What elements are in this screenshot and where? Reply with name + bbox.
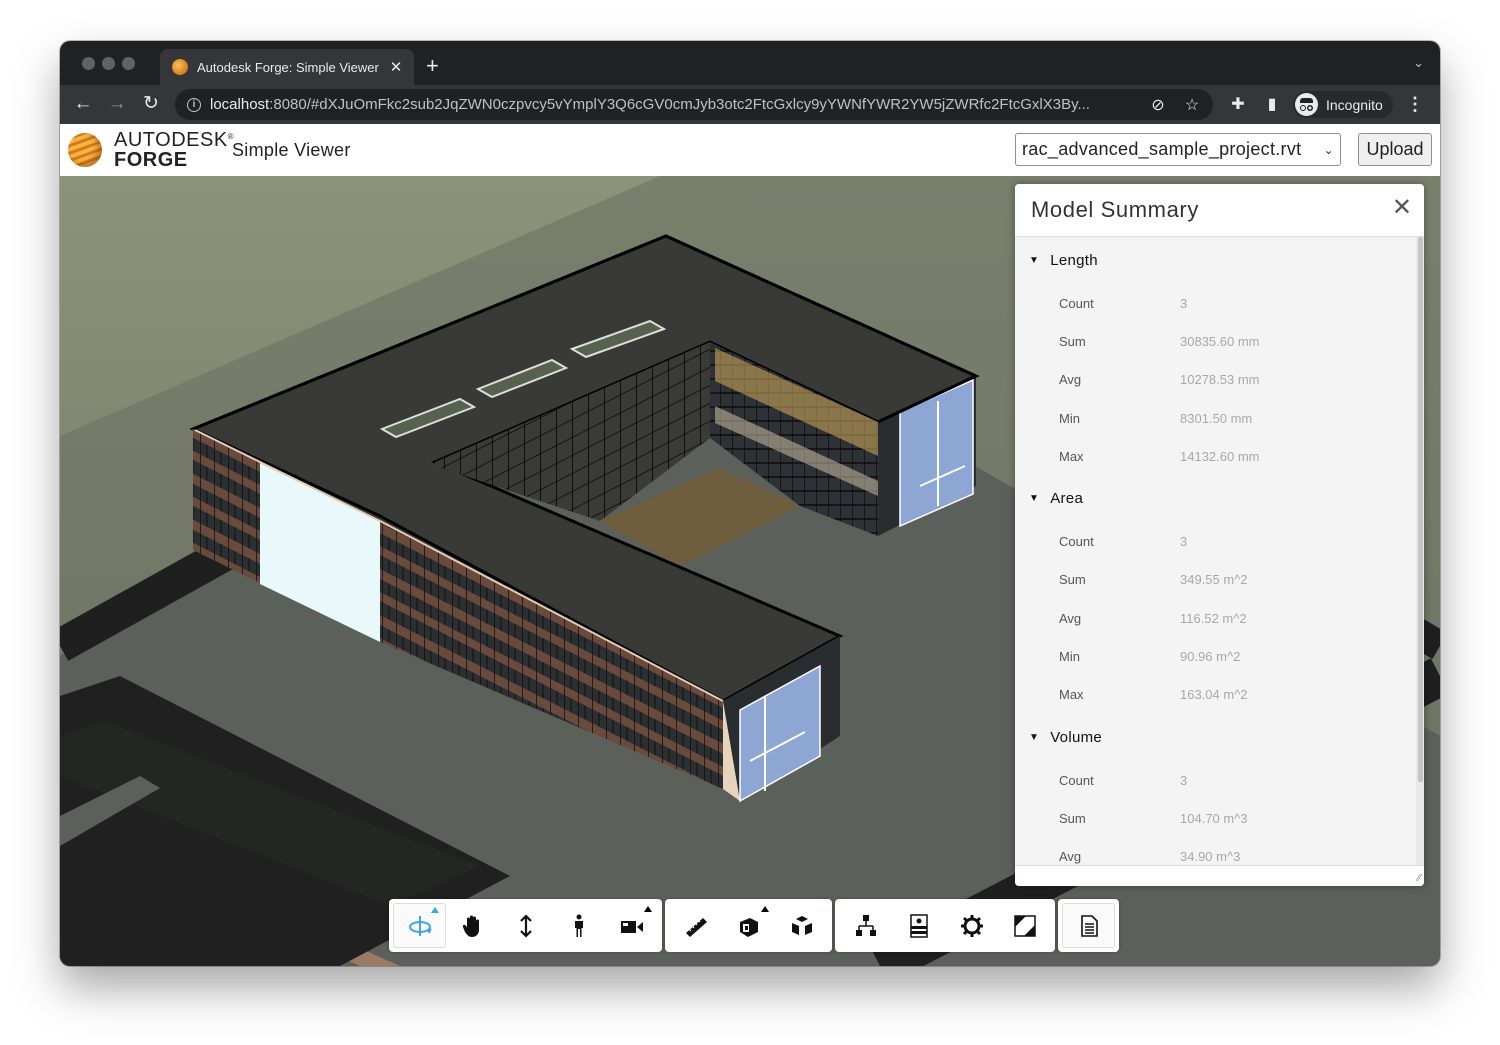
- first-person-tool-button[interactable]: [552, 903, 605, 948]
- panel-title: Model Summary: [1031, 197, 1199, 222]
- caret-down-icon: ▼: [1029, 493, 1040, 505]
- panel-footer: ⁄⁄: [1015, 865, 1424, 886]
- hand-icon: [462, 915, 479, 937]
- dolly-tool-button[interactable]: [499, 903, 552, 948]
- bookmark-star-icon[interactable]: ☆: [1181, 95, 1203, 115]
- pan-tool-button[interactable]: [446, 903, 499, 948]
- tab-close-icon[interactable]: ✕: [388, 58, 404, 76]
- 3d-viewer-canvas[interactable]: Model Summary ✕ ▼ Length Count 3 Sum 30835.…: [60, 176, 1440, 966]
- summary-row: Count 3: [1059, 534, 1188, 550]
- new-tab-button[interactable]: +: [426, 53, 439, 79]
- flyout-indicator-icon: [644, 906, 652, 912]
- summary-row: Min 8301.50 mm: [1059, 410, 1253, 426]
- flyout-indicator-icon: [431, 907, 439, 913]
- section-tool-button[interactable]: [722, 903, 775, 948]
- panel-scrollbar-thumb[interactable]: [1418, 237, 1423, 782]
- url-text[interactable]: localhost:8080/#dXJuOmFkc2sub2JqZWN0czpv…: [210, 96, 1135, 113]
- browser-window: Autodesk Forge: Simple Viewer ✕ + ⌄ ← → …: [60, 41, 1440, 966]
- summary-row: Avg 34.90 m^3: [1059, 849, 1241, 865]
- upload-button[interactable]: Upload: [1358, 133, 1432, 166]
- tab-strip: Autodesk Forge: Simple Viewer ✕ + ⌄: [60, 41, 1440, 85]
- measure-tool-button[interactable]: [669, 903, 722, 948]
- hierarchy-icon: [855, 914, 876, 936]
- person-icon: [574, 914, 583, 937]
- model-select-value: rac_advanced_sample_project.rvt: [1022, 139, 1302, 159]
- incognito-profile-button[interactable]: Incognito: [1293, 91, 1393, 118]
- browser-tab[interactable]: Autodesk Forge: Simple Viewer ✕: [160, 49, 414, 85]
- incognito-label: Incognito: [1326, 96, 1383, 113]
- browser-toolbar: ← → ↻ i localhost:8080/#dXJuOmFkc2sub2Jq…: [60, 85, 1440, 124]
- summary-row: Max 163.04 m^2: [1059, 687, 1248, 703]
- camera-tool-button[interactable]: [605, 903, 658, 948]
- zoom-arrows-icon: [519, 913, 532, 938]
- browser-menu-icon[interactable]: ⋮: [1406, 94, 1424, 115]
- explode-tool-button[interactable]: [775, 903, 828, 948]
- orbit-icon: [408, 915, 432, 936]
- summary-row: Avg 10278.53 mm: [1059, 372, 1260, 388]
- address-bar[interactable]: i localhost:8080/#dXJuOmFkc2sub2JqZWN0cz…: [175, 89, 1213, 120]
- brand-forge: FORGE: [114, 149, 188, 171]
- incognito-icon: [1295, 93, 1318, 116]
- window-zoom-dot[interactable]: [122, 57, 135, 70]
- site-info-icon[interactable]: i: [187, 97, 201, 112]
- panel-title-bar[interactable]: Model Summary ✕: [1015, 184, 1424, 237]
- extensions-puzzle-icon[interactable]: ✚: [1227, 94, 1249, 114]
- model-summary-button[interactable]: [1062, 903, 1115, 948]
- forge-logo-icon: [68, 133, 102, 167]
- app-header: AUTODESK® FORGE Simple Viewer rac_advanc…: [60, 124, 1440, 176]
- panel-close-icon[interactable]: ✕: [1392, 196, 1412, 220]
- window-close-dot[interactable]: [82, 57, 95, 70]
- caret-down-icon: ▼: [1029, 731, 1040, 743]
- summary-row: Min 90.96 m^2: [1059, 649, 1241, 665]
- fullscreen-icon: [1013, 914, 1036, 937]
- flyout-indicator-icon: [761, 906, 769, 912]
- summary-row: Sum 104.70 m^3: [1059, 810, 1248, 826]
- orbit-tool-button[interactable]: [393, 903, 446, 948]
- explode-cube-icon: [791, 915, 812, 935]
- summary-row: Count 3: [1059, 772, 1188, 788]
- forge-favicon-icon: [172, 59, 188, 75]
- summary-row: Count 3: [1059, 295, 1188, 311]
- app-title: Simple Viewer: [232, 140, 351, 160]
- eye-slash-icon[interactable]: ⊘: [1147, 95, 1169, 115]
- document-list-icon: [1080, 914, 1098, 937]
- chevron-down-icon: ⌄: [1323, 142, 1334, 157]
- window-minimize-dot[interactable]: [102, 57, 115, 70]
- fullscreen-button[interactable]: [998, 903, 1051, 948]
- gear-icon: [960, 914, 983, 937]
- extension-tools: [835, 899, 1055, 952]
- reload-icon[interactable]: ↻: [139, 92, 163, 116]
- summary-row: Sum 30835.60 mm: [1059, 333, 1260, 349]
- tab-title: Autodesk Forge: Simple Viewer: [197, 59, 379, 75]
- settings-button[interactable]: [945, 903, 998, 948]
- section-box-icon: [739, 917, 758, 937]
- back-arrow-icon[interactable]: ←: [71, 92, 95, 116]
- ruler-icon: [685, 917, 707, 937]
- camera-icon: [620, 920, 643, 933]
- navigation-tools: [389, 899, 662, 952]
- resize-grip-icon[interactable]: ⁄⁄: [1418, 873, 1421, 884]
- group-header-area[interactable]: ▼ Area: [1015, 475, 1416, 522]
- model-tools: [665, 899, 832, 952]
- properties-icon: [909, 913, 928, 938]
- summary-row: Avg 116.52 m^2: [1059, 610, 1247, 626]
- caret-down-icon: ▼: [1029, 255, 1040, 266]
- model-select[interactable]: rac_advanced_sample_project.rvt ⌄: [1015, 133, 1341, 166]
- group-header-volume[interactable]: ▼ Volume: [1015, 714, 1416, 761]
- forward-arrow-icon[interactable]: →: [105, 92, 129, 116]
- group-header-length[interactable]: ▼ Length: [1015, 237, 1416, 284]
- side-panel-icon[interactable]: ▮: [1261, 94, 1283, 114]
- summary-row: Sum 349.55 m^2: [1059, 572, 1248, 588]
- tab-search-chevron-icon[interactable]: ⌄: [1413, 55, 1424, 71]
- model-summary-panel: Model Summary ✕ ▼ Length Count 3 Sum 30835.…: [1015, 184, 1424, 886]
- custom-tools: [1058, 899, 1119, 952]
- summary-row: Max 14132.60 mm: [1059, 448, 1260, 464]
- properties-button[interactable]: [892, 903, 945, 948]
- panel-content: ▼ Length Count 3 Sum 30835.60 mm Avg 10278.5…: [1015, 237, 1416, 865]
- model-browser-button[interactable]: [839, 903, 892, 948]
